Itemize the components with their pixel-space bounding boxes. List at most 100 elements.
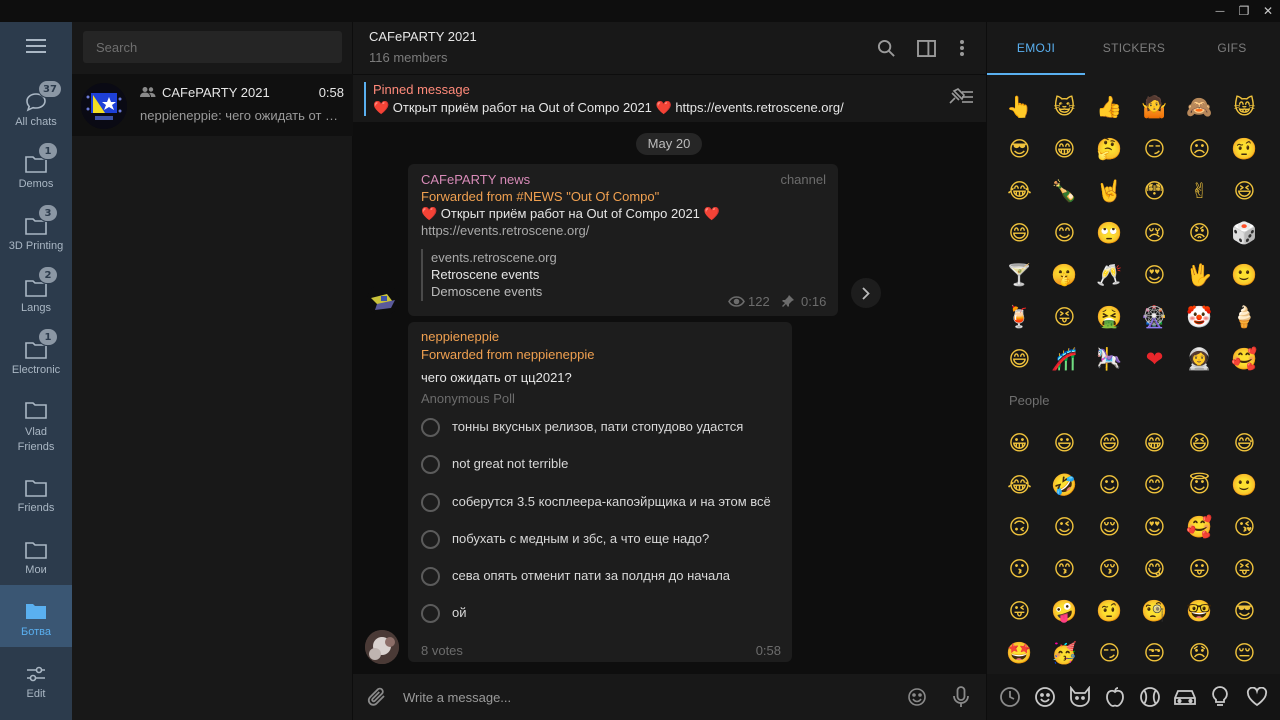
category-objects[interactable] — [1208, 685, 1232, 709]
emoji-button[interactable]: 🙂 — [1222, 254, 1267, 296]
sidebar-toggle-button[interactable] — [914, 36, 938, 60]
radio-button[interactable] — [421, 493, 440, 512]
forwarded-from[interactable]: Forwarded from #NEWS "Out Of Compo" — [421, 189, 659, 204]
emoji-button[interactable]: ☺ — [1087, 464, 1132, 506]
emoji-button[interactable]: 🙂 — [1222, 464, 1267, 506]
emoji-button[interactable]: 😂 — [997, 170, 1042, 212]
emoji-button[interactable]: 😢 — [1132, 212, 1177, 254]
emoji-button[interactable]: 😝 — [1222, 548, 1267, 590]
radio-button[interactable] — [421, 418, 440, 437]
category-travel[interactable] — [1173, 685, 1197, 709]
emoji-button[interactable]: 🤘 — [1087, 170, 1132, 212]
emoji-button[interactable]: 😸 — [1222, 86, 1267, 128]
emoji-button[interactable]: 😍 — [1132, 506, 1177, 548]
chat-header[interactable]: CAFePARTY 2021 116 members — [353, 22, 986, 74]
folder-moi[interactable]: Мои — [0, 526, 72, 588]
search-input[interactable] — [83, 31, 342, 63]
folder-edit[interactable]: Edit — [0, 650, 72, 712]
emoji-button[interactable]: 🥰 — [1222, 338, 1267, 380]
attach-button[interactable] — [365, 685, 389, 709]
folder-3d-printing[interactable]: 3 3D Printing — [0, 202, 72, 264]
emoji-button[interactable]: 😊 — [1132, 464, 1177, 506]
emoji-button[interactable]: 🤷 — [1132, 86, 1177, 128]
user-avatar[interactable] — [365, 630, 399, 664]
emoji-button[interactable]: 🍦 — [1222, 296, 1267, 338]
tab-gifs[interactable]: GIFS — [1183, 22, 1280, 74]
emoji-button[interactable]: 😎 — [1222, 590, 1267, 632]
emoji-button[interactable] — [905, 685, 929, 709]
emoji-button[interactable]: 😊 — [1042, 212, 1087, 254]
emoji-button[interactable]: 😗 — [997, 548, 1042, 590]
close-button[interactable]: ✕ — [1253, 0, 1280, 22]
more-button[interactable] — [950, 36, 974, 60]
emoji-button[interactable]: 😂 — [997, 464, 1042, 506]
emoji-button[interactable]: 👆 — [997, 86, 1042, 128]
category-symbols[interactable] — [1245, 685, 1269, 709]
emoji-button[interactable]: 😞 — [1177, 632, 1222, 674]
folder-langs[interactable]: 2 Langs — [0, 264, 72, 326]
emoji-button[interactable]: 🍾 — [1042, 170, 1087, 212]
emoji-button[interactable]: 😆 — [1222, 170, 1267, 212]
category-recent[interactable] — [998, 685, 1022, 709]
category-food[interactable] — [1103, 685, 1127, 709]
emoji-button[interactable]: 🥰 — [1177, 506, 1222, 548]
poll-message-bubble[interactable]: neppieneppie Forwarded from neppieneppie… — [408, 322, 792, 662]
emoji-button[interactable]: 😍 — [1132, 254, 1177, 296]
emoji-button[interactable]: ❤ — [1132, 338, 1177, 380]
radio-button[interactable] — [421, 455, 440, 474]
radio-button[interactable] — [421, 567, 440, 586]
tab-emoji[interactable]: EMOJI — [987, 22, 1085, 74]
folder-friends[interactable]: Friends — [0, 464, 72, 526]
emoji-button[interactable]: 🤪 — [1042, 590, 1087, 632]
radio-button[interactable] — [421, 530, 440, 549]
folder-all-chats[interactable]: 37 All chats — [0, 78, 72, 140]
emoji-button[interactable]: 🤣 — [1042, 464, 1087, 506]
message-link[interactable]: https://events.retroscene.org/ — [421, 223, 589, 238]
emoji-button[interactable]: 🤓 — [1177, 590, 1222, 632]
emoji-button[interactable]: 😒 — [1132, 632, 1177, 674]
emoji-button[interactable]: ✌ — [1177, 170, 1222, 212]
message-input[interactable] — [403, 683, 893, 711]
emoji-button[interactable]: 😏 — [1087, 632, 1132, 674]
folder-botva[interactable]: Ботва — [0, 585, 72, 647]
emoji-button[interactable]: 🤫 — [1042, 254, 1087, 296]
emoji-button[interactable]: 🤨 — [1087, 590, 1132, 632]
emoji-button[interactable]: 🙃 — [997, 506, 1042, 548]
emoji-button[interactable]: 😄 — [997, 338, 1042, 380]
search-button[interactable] — [874, 36, 898, 60]
emoji-button[interactable]: 😁 — [1132, 422, 1177, 464]
emoji-button[interactable]: 😄 — [1087, 422, 1132, 464]
emoji-button[interactable]: 🧐 — [1132, 590, 1177, 632]
emoji-button[interactable]: 🙈 — [1177, 86, 1222, 128]
emoji-button[interactable]: 😚 — [1087, 548, 1132, 590]
radio-button[interactable] — [421, 604, 440, 623]
channel-avatar[interactable] — [367, 284, 399, 316]
emoji-button[interactable]: 😄 — [997, 212, 1042, 254]
emoji-button[interactable]: 🎲 — [1222, 212, 1267, 254]
emoji-button[interactable]: 😔 — [1222, 632, 1267, 674]
emoji-button[interactable]: 🤨 — [1222, 128, 1267, 170]
main-menu-button[interactable] — [0, 22, 72, 70]
folder-electronic[interactable]: 1 Electronic — [0, 326, 72, 388]
emoji-button[interactable]: 😀 — [997, 422, 1042, 464]
emoji-button[interactable]: 😅 — [1222, 422, 1267, 464]
emoji-button[interactable]: 😳 — [1132, 170, 1177, 212]
category-people[interactable] — [1033, 685, 1057, 709]
emoji-button[interactable]: 😛 — [1177, 548, 1222, 590]
voice-button[interactable] — [949, 685, 973, 709]
emoji-button[interactable]: 😉 — [1042, 506, 1087, 548]
folder-vlad-friends[interactable]: Vlad Friends — [0, 388, 72, 456]
emoji-button[interactable]: 🥳 — [1042, 632, 1087, 674]
emoji-button[interactable]: 🎡 — [1132, 296, 1177, 338]
tab-stickers[interactable]: STICKERS — [1085, 22, 1183, 74]
emoji-button[interactable]: 😏 — [1132, 128, 1177, 170]
emoji-button[interactable]: 😡 — [1177, 212, 1222, 254]
emoji-button[interactable]: 🎢 — [1042, 338, 1087, 380]
emoji-button[interactable]: 🤮 — [1087, 296, 1132, 338]
emoji-button[interactable]: 😘 — [1222, 506, 1267, 548]
pinned-message-bar[interactable]: Pinned message ❤️ Открыт приём работ на … — [353, 74, 986, 122]
emoji-button[interactable]: 😙 — [1042, 548, 1087, 590]
emoji-button[interactable]: 👩‍🚀 — [1177, 338, 1222, 380]
category-animals[interactable] — [1068, 685, 1092, 709]
message-bubble[interactable]: CAFePARTY news channel Forwarded from #N… — [408, 164, 838, 316]
